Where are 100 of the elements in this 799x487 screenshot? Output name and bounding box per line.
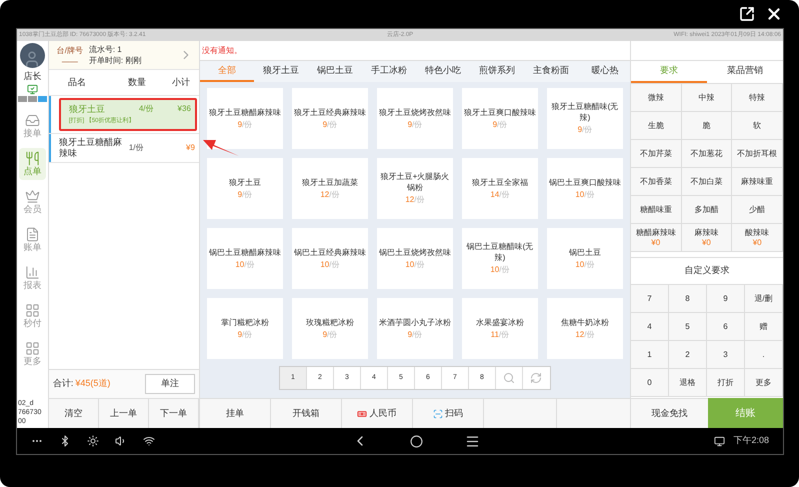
keypad-key[interactable]: 9 — [706, 285, 745, 313]
volume-icon[interactable] — [115, 435, 127, 447]
product-card[interactable]: 狼牙土豆 9/份 — [206, 158, 283, 219]
banknote-icon — [357, 408, 368, 418]
total-label: 合计: — [52, 377, 74, 390]
keypad-key[interactable]: 5 — [668, 313, 707, 341]
requirement-button[interactable]: 不加折耳根 — [732, 140, 783, 168]
avatar — [20, 43, 45, 68]
table-label: 台/牌号 — [56, 44, 83, 56]
product-card[interactable]: 玫瑰糍粑冰粉 9/份 — [292, 298, 368, 359]
requirement-button[interactable]: 特辣 — [732, 84, 783, 112]
column-header: 品名 — [68, 76, 87, 89]
product-card[interactable]: 狼牙土豆糖醋麻辣味 9/份 — [206, 88, 283, 149]
category-tab[interactable]: 暖心热 — [578, 61, 632, 82]
user-name: 店长 — [23, 70, 42, 83]
keypad-key[interactable]: 退/删 — [744, 285, 783, 313]
requirement-button[interactable]: 生脆 — [630, 112, 682, 140]
keypad-key[interactable]: 1 — [630, 341, 669, 369]
item-subtotal: ¥9 — [186, 142, 195, 154]
product-card[interactable]: 锅巴土豆经典麻辣味 10/份 — [292, 228, 368, 289]
product-card[interactable]: 锅巴土豆爽口酸辣味 10/份 — [546, 158, 623, 219]
product-card[interactable]: 狼牙土豆烧烤孜然味 9/份 — [376, 88, 453, 149]
product-card[interactable]: 狼牙土豆经典麻辣味 9/份 — [292, 88, 368, 149]
inbox-icon — [24, 112, 40, 128]
product-card[interactable]: 狼牙土豆爽口酸辣味 9/份 — [462, 88, 538, 149]
product-card[interactable]: 锅巴土豆 10/份 — [546, 228, 623, 289]
item-name: 狼牙土豆 — [68, 104, 106, 114]
requirement-button[interactable]: 糖醋味重 — [630, 196, 682, 224]
category-tab[interactable]: 主食粉面 — [524, 61, 578, 82]
product-card[interactable]: 锅巴土豆烧烤孜然味 10/份 — [376, 228, 453, 289]
product-card[interactable]: 锅巴土豆糖醋麻辣味 10/份 — [206, 228, 283, 289]
requirement-button[interactable]: 酸辣味 ¥0 — [732, 224, 783, 252]
cash-button[interactable]: 现金免找 — [630, 398, 708, 428]
category-tab[interactable]: 手工冰粉 — [362, 61, 416, 82]
item-subtotal: ¥36 — [178, 103, 191, 115]
requirement-button[interactable]: 不加香菜 — [630, 168, 682, 196]
custom-requirement[interactable]: 自定义要求 — [684, 264, 730, 278]
notification-text: 没有通知。 — [202, 44, 242, 56]
monitor-icon — [26, 84, 38, 94]
order-note-button[interactable]: 单注 — [144, 374, 195, 394]
product-card[interactable]: 米酒芋圆小丸子冰粉 9/份 — [376, 298, 453, 359]
keypad-key[interactable]: 3 — [706, 341, 745, 369]
grid-icon — [24, 340, 40, 356]
requirement-button[interactable]: 糖醋麻辣味 ¥0 — [630, 224, 682, 252]
external-link-icon[interactable] — [739, 6, 755, 22]
requirement-button[interactable]: 脆 — [682, 112, 732, 140]
category-tab[interactable]: 煎饼系列 — [470, 61, 524, 82]
refresh-icon — [530, 372, 542, 384]
panel-tab[interactable]: 菜品营销 — [706, 61, 783, 83]
requirement-button[interactable]: 不加芹菜 — [630, 140, 682, 168]
chart-icon — [24, 264, 40, 280]
scan-icon — [432, 408, 443, 418]
screen-icon[interactable] — [714, 436, 726, 446]
total-value: ¥45(5道) — [75, 377, 110, 390]
bluetooth-icon[interactable] — [59, 435, 71, 447]
keypad-key[interactable]: . — [744, 341, 783, 369]
keypad-key[interactable]: 8 — [668, 285, 707, 313]
keypad-key[interactable]: 4 — [630, 313, 669, 341]
category-tab[interactable]: 狼牙土豆 — [254, 61, 308, 82]
keypad-key[interactable]: 0 — [630, 369, 669, 397]
grid-icon — [24, 302, 40, 318]
requirement-button[interactable]: 不加葱花 — [682, 140, 732, 168]
requirement-button[interactable]: 麻辣味重 — [732, 168, 783, 196]
utensils-icon — [24, 150, 40, 166]
product-card[interactable]: 水果盛宴冰粉 11/份 — [462, 298, 538, 359]
clock: 下午2:08 — [733, 434, 769, 448]
document-icon — [24, 226, 40, 242]
product-card[interactable]: 狼牙土豆全家福 14/份 — [462, 158, 538, 219]
crown-icon — [24, 188, 40, 204]
product-card[interactable]: 掌门糍粑冰粉 9/份 — [206, 298, 283, 359]
column-header: 小计 — [172, 76, 190, 89]
keypad-key[interactable]: 更多 — [744, 369, 783, 397]
product-card[interactable]: 狼牙土豆+火腿肠火锅粉 12/份 — [376, 158, 453, 219]
open-time: 开单时间: 刚刚 — [88, 55, 142, 66]
menu-icon[interactable] — [465, 434, 480, 448]
brightness-icon[interactable] — [87, 435, 99, 447]
category-tab[interactable]: 锅巴土豆 — [308, 61, 362, 82]
product-card[interactable]: 狼牙土豆糖醋味(无辣) 9/份 — [546, 88, 623, 149]
requirement-button[interactable]: 少醋 — [732, 196, 783, 224]
item-name: 狼牙土豆糖醋麻辣味 — [58, 137, 123, 159]
product-card[interactable]: 焦糖牛奶冰粉 12/份 — [546, 298, 623, 359]
keypad-key[interactable]: 2 — [668, 341, 707, 369]
table-value: —— — [62, 56, 78, 66]
requirement-button[interactable]: 微辣 — [630, 84, 682, 112]
serial-number: 流水号: 1 — [88, 44, 123, 55]
product-card[interactable]: 锅巴土豆糖醋味(无辣) 10/份 — [462, 228, 538, 289]
keypad-key[interactable]: 打折 — [706, 369, 745, 397]
keypad-key[interactable]: 7 — [630, 285, 669, 313]
requirement-button[interactable]: 多加醋 — [682, 196, 732, 224]
requirement-button[interactable]: 软 — [732, 112, 783, 140]
requirement-button[interactable]: 麻辣味 ¥0 — [682, 224, 732, 252]
keypad-key[interactable]: 退格 — [668, 369, 707, 397]
requirement-button[interactable]: 不加白菜 — [682, 168, 732, 196]
home-icon[interactable] — [410, 434, 423, 448]
product-card[interactable]: 狼牙土豆加蔬菜 12/份 — [292, 158, 368, 219]
search-icon — [502, 372, 515, 384]
category-tab[interactable]: 特色小吃 — [416, 61, 470, 82]
requirement-button[interactable]: 中辣 — [682, 84, 732, 112]
keypad-key[interactable]: 赠 — [744, 313, 783, 341]
keypad-key[interactable]: 6 — [706, 313, 745, 341]
